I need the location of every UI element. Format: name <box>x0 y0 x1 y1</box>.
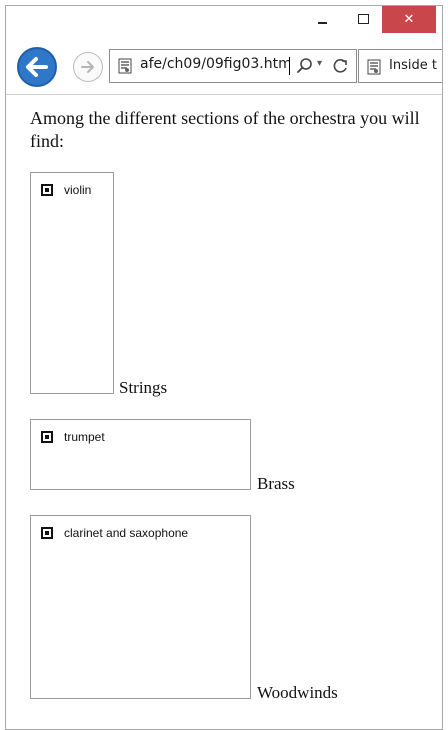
listbox-woodwinds[interactable]: clarinet and saxophone <box>30 515 251 699</box>
checkbox-icon[interactable] <box>41 527 53 539</box>
section-label-brass: Brass <box>257 474 295 493</box>
minimize-button[interactable] <box>304 6 340 33</box>
checkbox-icon[interactable] <box>41 184 53 196</box>
page-content: Among the different sections of the orch… <box>6 94 442 724</box>
forward-arrow-icon <box>81 61 94 73</box>
close-icon: ✕ <box>403 12 415 27</box>
section-label-woodwinds: Woodwinds <box>257 683 338 702</box>
tab-favicon-icon <box>367 59 381 75</box>
title-bar: ✕ <box>6 6 442 40</box>
section-label-strings: Strings <box>119 378 168 397</box>
intro-text: Among the different sections of the orch… <box>30 108 420 151</box>
search-dropdown-icon[interactable]: ▾ <box>317 58 322 69</box>
refresh-icon[interactable] <box>332 57 350 75</box>
url-text[interactable]: afe/ch09/09fig03.htm <box>140 56 290 72</box>
navigation-bar: afe/ch09/09fig03.htm ▾ Inside t <box>6 40 442 94</box>
search-icon[interactable] <box>295 56 315 76</box>
page-favicon-icon <box>118 58 132 74</box>
browser-window: ✕ afe/ch09/09fig03.htm ▾ Inside t Among … <box>5 5 443 730</box>
listbox-strings[interactable]: violin <box>30 172 114 394</box>
option-label: violin <box>64 183 92 197</box>
browser-tab[interactable]: Inside t <box>358 49 442 83</box>
back-button[interactable] <box>17 47 57 87</box>
option-label: clarinet and saxophone <box>64 526 189 540</box>
maximize-button[interactable] <box>346 6 380 33</box>
back-arrow-icon <box>26 57 48 77</box>
forward-button[interactable] <box>73 52 103 82</box>
option-label: trumpet <box>64 430 105 444</box>
close-button[interactable]: ✕ <box>382 6 436 33</box>
checkbox-icon[interactable] <box>41 431 53 443</box>
tab-title: Inside t <box>389 58 437 73</box>
address-bar[interactable]: afe/ch09/09fig03.htm ▾ <box>109 49 357 83</box>
text-caret <box>289 57 290 75</box>
listbox-brass[interactable]: trumpet <box>30 419 251 490</box>
